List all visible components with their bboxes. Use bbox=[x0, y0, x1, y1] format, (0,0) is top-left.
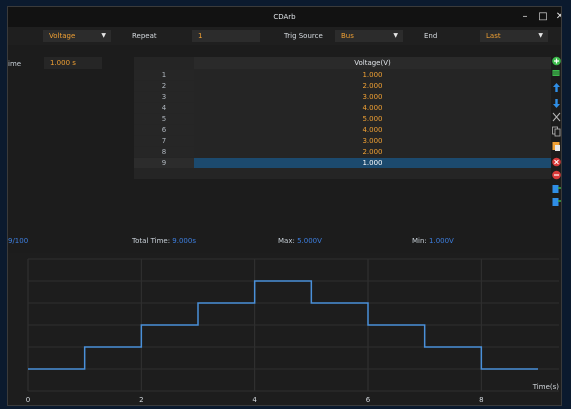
time-label: ime bbox=[8, 60, 22, 68]
waveform-preview: 0 2 4 6 8 Time(s) bbox=[8, 253, 561, 405]
row-index: 8 bbox=[134, 147, 194, 157]
paste-icon[interactable] bbox=[552, 142, 561, 151]
max-voltage: Max: 5.000V bbox=[278, 237, 322, 245]
mode-select[interactable]: Voltage ▼ bbox=[43, 30, 111, 42]
trig-source-value: Bus bbox=[341, 32, 354, 40]
total-time-label: Total Time: bbox=[132, 237, 171, 245]
title-bar: CDArb – □ ✕ bbox=[8, 7, 561, 27]
insert-rows-icon[interactable] bbox=[552, 70, 560, 76]
trig-source-label: Trig Source bbox=[284, 32, 323, 40]
maximize-icon[interactable]: □ bbox=[536, 10, 550, 24]
total-time: Total Time: 9.000s bbox=[132, 237, 196, 245]
close-icon[interactable]: ✕ bbox=[553, 10, 561, 24]
row-index: 5 bbox=[134, 114, 194, 124]
x-tick-label: 4 bbox=[252, 396, 257, 404]
export-icon[interactable] bbox=[552, 198, 562, 206]
move-down-icon[interactable] bbox=[553, 99, 560, 108]
row-index: 6 bbox=[134, 125, 194, 135]
min-label: Min: bbox=[412, 237, 427, 245]
time-value: 1.000 s bbox=[50, 59, 76, 67]
x-tick-label: 0 bbox=[26, 396, 30, 404]
max-label: Max: bbox=[278, 237, 295, 245]
min-value: 1.000V bbox=[429, 237, 454, 245]
cdarb-window: CDArb – □ ✕ Voltage ▼ Repeat 1 Trig Sour… bbox=[7, 6, 562, 406]
cut-icon[interactable] bbox=[552, 112, 561, 122]
table-tools bbox=[552, 51, 561, 253]
chevron-down-icon: ▼ bbox=[101, 32, 106, 39]
voltage-cell[interactable]: 2.000 bbox=[194, 147, 551, 157]
repeat-value: 1 bbox=[198, 32, 203, 40]
voltage-cell[interactable]: 3.000 bbox=[194, 136, 551, 146]
voltage-cell[interactable]: 4.000 bbox=[194, 103, 551, 113]
copy-icon[interactable] bbox=[552, 126, 561, 137]
time-input[interactable]: 1.000 s bbox=[44, 57, 102, 69]
table-row[interactable]: 8 2.000 bbox=[134, 147, 551, 157]
voltage-table: Voltage(V) 1 1.000 2 2.000 3 3.000 4 4.000 5 5.00… bbox=[134, 57, 551, 179]
table-row[interactable]: 2 2.000 bbox=[134, 81, 551, 91]
voltage-cell[interactable]: 4.000 bbox=[194, 125, 551, 135]
repeat-label: Repeat bbox=[132, 32, 157, 40]
voltage-cell[interactable]: 2.000 bbox=[194, 81, 551, 91]
import-icon[interactable] bbox=[552, 185, 562, 193]
row-index: 1 bbox=[134, 70, 194, 80]
row-count: 9/100 bbox=[8, 237, 28, 245]
trig-source-select[interactable]: Bus ▼ bbox=[335, 30, 403, 42]
end-select[interactable]: Last ▼ bbox=[480, 30, 548, 42]
table-row[interactable]: 5 5.000 bbox=[134, 114, 551, 124]
table-row[interactable]: 3 3.000 bbox=[134, 92, 551, 102]
table-row[interactable]: 9 1.000 bbox=[134, 158, 551, 168]
sidebar-icons bbox=[552, 56, 562, 206]
row-count-value: 9/100 bbox=[8, 237, 29, 245]
row-index: 7 bbox=[134, 136, 194, 146]
voltage-cell[interactable]: 1.000 bbox=[194, 158, 551, 168]
remove-icon[interactable] bbox=[552, 170, 561, 180]
max-value: 5.000V bbox=[297, 237, 322, 245]
add-row-icon[interactable] bbox=[552, 56, 561, 66]
minimize-icon[interactable]: – bbox=[518, 10, 532, 24]
end-label: End bbox=[424, 32, 438, 40]
voltage-cell[interactable]: 1.000 bbox=[194, 70, 551, 80]
delete-icon[interactable] bbox=[552, 157, 561, 167]
total-time-value: 9.000s bbox=[172, 237, 196, 245]
chevron-down-icon: ▼ bbox=[393, 32, 398, 39]
x-tick-label: 6 bbox=[366, 396, 371, 404]
row-index: 2 bbox=[134, 81, 194, 91]
min-voltage: Min: 1.000V bbox=[412, 237, 454, 245]
x-tick-label: 8 bbox=[479, 396, 483, 404]
x-tick-label: 2 bbox=[139, 396, 143, 404]
row-index: 3 bbox=[134, 92, 194, 102]
table-row[interactable]: 4 4.000 bbox=[134, 103, 551, 113]
table-row[interactable]: 1 1.000 bbox=[134, 70, 551, 80]
window-title: CDArb bbox=[273, 13, 296, 21]
table-row[interactable]: 6 4.000 bbox=[134, 125, 551, 135]
row-index: 4 bbox=[134, 103, 194, 113]
repeat-input[interactable]: 1 bbox=[192, 30, 260, 42]
end-value: Last bbox=[486, 32, 501, 40]
table-row[interactable]: 7 3.000 bbox=[134, 136, 551, 146]
voltage-cell[interactable]: 3.000 bbox=[194, 92, 551, 102]
voltage-cell[interactable]: 5.000 bbox=[194, 114, 551, 124]
chevron-down-icon: ▼ bbox=[538, 32, 543, 39]
waveform-chart: 0 2 4 6 8 Time(s) bbox=[26, 258, 560, 404]
toolbar: Voltage ▼ Repeat 1 Trig Source Bus ▼ End… bbox=[8, 27, 561, 45]
x-axis-label: Time(s) bbox=[532, 383, 560, 391]
mode-value: Voltage bbox=[49, 32, 76, 40]
move-up-icon[interactable] bbox=[553, 83, 560, 92]
row-index: 9 bbox=[134, 158, 194, 168]
table-header-voltage: Voltage(V) bbox=[194, 57, 551, 69]
